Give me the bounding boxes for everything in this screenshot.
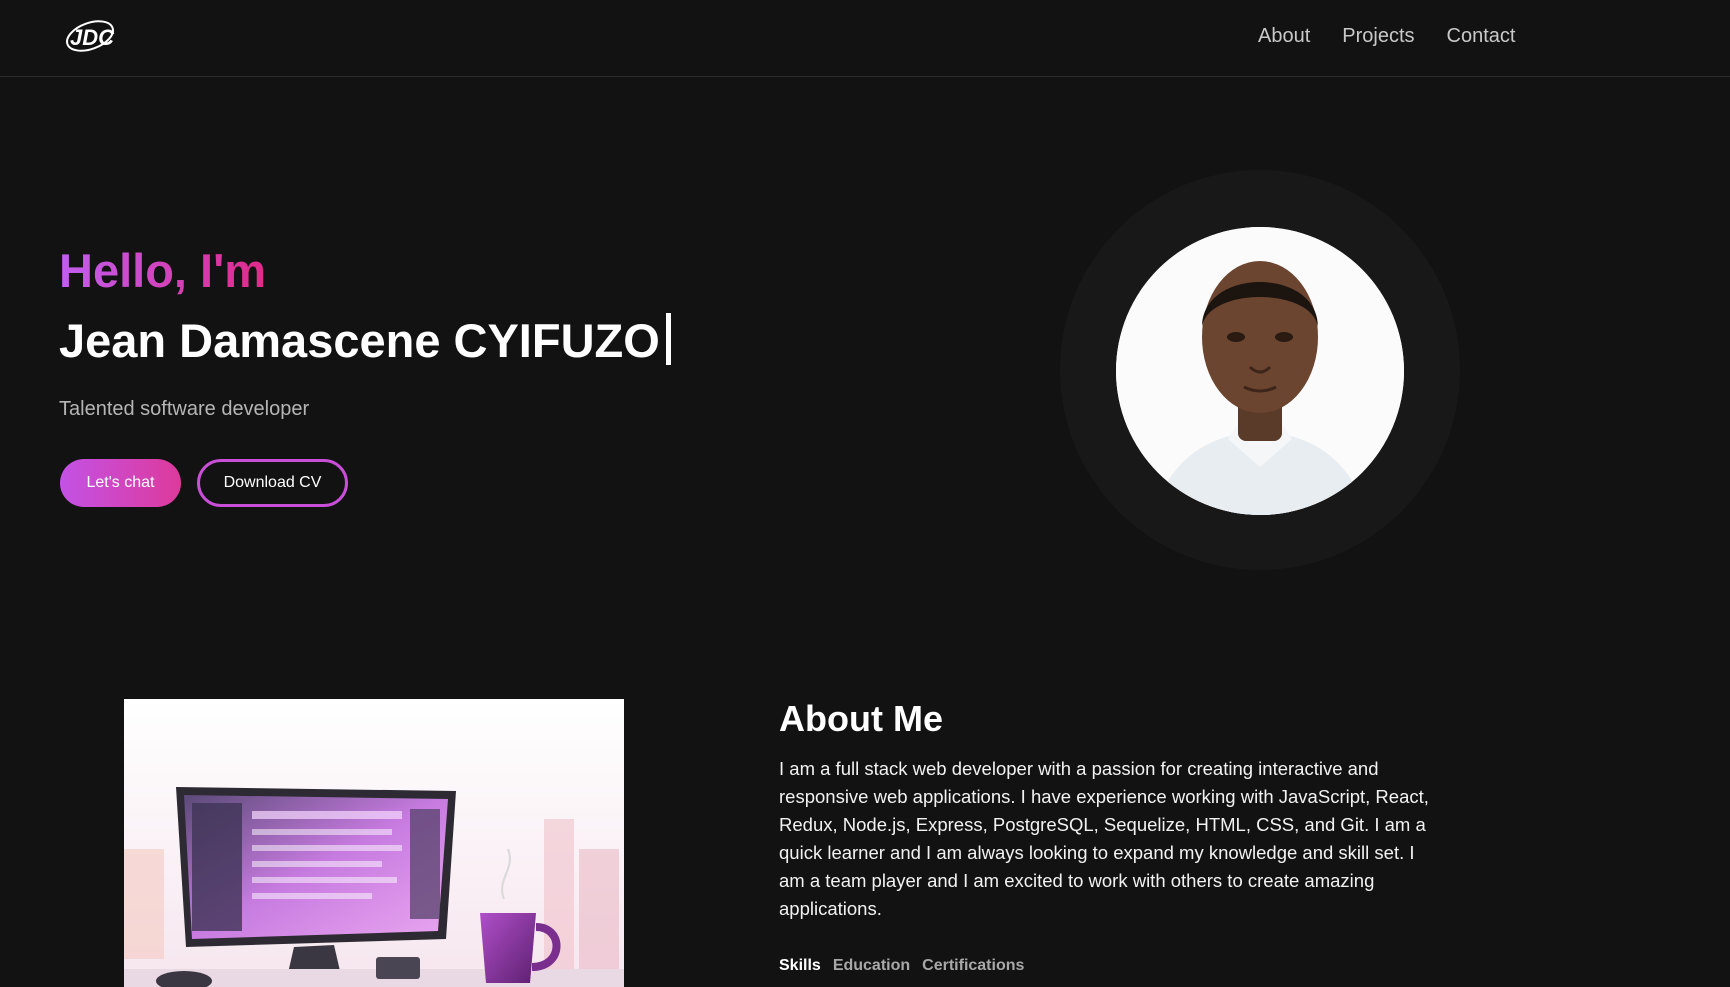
- nav-contact-link[interactable]: Contact: [1447, 23, 1516, 49]
- typing-cursor: [665, 313, 671, 365]
- logo-text: JDC: [70, 25, 115, 50]
- hero-tagline: Talented software developer: [59, 398, 310, 420]
- nav-about-link[interactable]: About: [1258, 23, 1310, 49]
- navbar: JDC About Projects Contact: [0, 0, 1730, 77]
- hero-greeting: Hello, I'm: [59, 242, 266, 300]
- logo[interactable]: JDC: [64, 14, 120, 58]
- profile-photo: [1116, 227, 1404, 515]
- profile-photo-illustration: [1116, 227, 1404, 515]
- lets-chat-button[interactable]: Let's chat: [60, 459, 181, 507]
- tab-certifications[interactable]: Certifications: [922, 955, 1024, 977]
- hero-name-text: Jean Damascene CYIFUZO: [59, 314, 660, 367]
- logo-icon: JDC: [66, 20, 115, 52]
- download-cv-button[interactable]: Download CV: [197, 459, 348, 507]
- about-title: About Me: [779, 698, 943, 739]
- tab-education[interactable]: Education: [833, 955, 910, 977]
- tab-skills[interactable]: Skills: [779, 955, 821, 977]
- nav-links: About Projects Contact: [1258, 23, 1515, 49]
- about-illustration: [124, 699, 624, 987]
- about-description: I am a full stack web developer with a p…: [779, 758, 1429, 919]
- hero-name: Jean Damascene CYIFUZO: [59, 312, 671, 370]
- about-tabs: Skills Education Certifications: [779, 955, 1024, 977]
- workspace-illustration: [124, 699, 624, 987]
- nav-projects-link[interactable]: Projects: [1342, 23, 1414, 49]
